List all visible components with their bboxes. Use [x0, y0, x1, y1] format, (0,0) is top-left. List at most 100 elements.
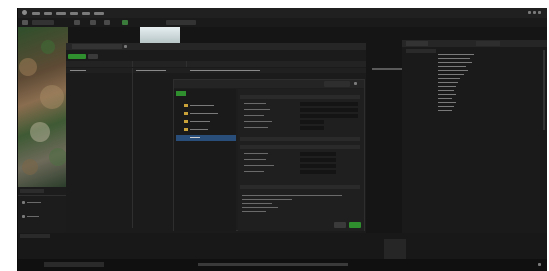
toolbar-icon[interactable]: [104, 20, 110, 25]
category-label: [190, 121, 210, 122]
setting-row: [244, 114, 360, 118]
description-line: [242, 211, 266, 212]
setting-label: [244, 159, 266, 160]
category-icon: [184, 128, 188, 131]
list-item[interactable]: [438, 106, 454, 107]
section-header[interactable]: [240, 145, 360, 149]
add-button[interactable]: [68, 54, 86, 59]
setting-value-field[interactable]: [300, 158, 336, 162]
panel-line: [27, 216, 39, 217]
menu-item-window[interactable]: [56, 12, 66, 15]
setting-row: [244, 158, 360, 162]
category-label: [190, 129, 208, 130]
outliner-panel: [402, 40, 547, 240]
screen-edge: [17, 8, 18, 271]
outliner-tab[interactable]: [406, 41, 428, 46]
category-item[interactable]: [176, 127, 234, 132]
dialog-title-bar: [174, 80, 364, 88]
menu-item-help[interactable]: [94, 12, 104, 15]
cancel-button[interactable]: [334, 222, 346, 228]
list-item[interactable]: [438, 90, 454, 91]
category-item[interactable]: [176, 119, 234, 124]
setting-row: [244, 170, 360, 174]
editor-tab[interactable]: [72, 44, 122, 49]
settings-dialog: [173, 79, 365, 231]
list-item[interactable]: [438, 70, 468, 71]
description-line: [242, 203, 272, 204]
list-item[interactable]: [438, 86, 456, 87]
close-icon[interactable]: [124, 45, 127, 48]
confirm-button[interactable]: [349, 222, 361, 228]
list-item[interactable]: [438, 66, 466, 67]
description-box: [240, 193, 360, 219]
setting-value-field[interactable]: [300, 126, 324, 130]
setting-value-field[interactable]: [300, 120, 324, 124]
setting-value-field[interactable]: [300, 170, 336, 174]
category-header[interactable]: [176, 91, 186, 96]
setting-value-field[interactable]: [300, 152, 336, 156]
setting-value-field[interactable]: [300, 108, 358, 112]
table-header: [66, 61, 366, 67]
content-tab[interactable]: [20, 234, 50, 238]
menu-item-file[interactable]: [32, 12, 40, 15]
dialog-header-button[interactable]: [324, 81, 350, 87]
setting-value-field[interactable]: [300, 114, 358, 118]
list-item[interactable]: [438, 54, 474, 55]
toolbar-icon[interactable]: [90, 20, 96, 25]
category-item-selected[interactable]: [176, 135, 236, 141]
panel-tab[interactable]: [20, 189, 44, 193]
minimize-icon[interactable]: [528, 11, 531, 14]
platform-select[interactable]: [166, 20, 196, 25]
table-row[interactable]: [66, 68, 366, 73]
gear-icon[interactable]: [538, 263, 541, 266]
close-icon[interactable]: [538, 11, 541, 14]
scroll-bar[interactable]: [198, 263, 348, 266]
description-line: [242, 207, 278, 208]
timeline-scrubber[interactable]: [44, 262, 104, 267]
save-icon[interactable]: [22, 20, 28, 25]
list-item[interactable]: [438, 74, 464, 75]
list-item[interactable]: [438, 82, 458, 83]
menu-item-edit[interactable]: [44, 12, 52, 15]
close-icon[interactable]: [354, 82, 357, 85]
setting-value-field[interactable]: [300, 102, 358, 106]
list-item[interactable]: [438, 110, 452, 111]
column-divider: [186, 61, 187, 67]
list-item[interactable]: [438, 98, 452, 99]
app-logo-icon[interactable]: [22, 10, 27, 15]
setting-row: [244, 164, 360, 168]
description-line: [242, 195, 342, 196]
outliner-header: [402, 40, 547, 47]
menu-item-build[interactable]: [82, 12, 90, 15]
details-tab[interactable]: [476, 41, 500, 46]
mode-select[interactable]: [32, 20, 54, 25]
toolbar-button[interactable]: [88, 54, 98, 59]
category-label: [190, 113, 218, 114]
list-item[interactable]: [438, 94, 456, 95]
asset-thumbnail[interactable]: [384, 239, 406, 259]
outliner-list: [438, 54, 478, 124]
play-icon[interactable]: [122, 20, 128, 25]
viewport[interactable]: [18, 27, 68, 187]
menu-item-tools[interactable]: [70, 12, 78, 15]
search-input[interactable]: [406, 49, 436, 53]
section-header[interactable]: [240, 185, 360, 189]
list-item[interactable]: [438, 58, 470, 59]
list-item[interactable]: [438, 78, 460, 79]
category-label: [190, 137, 200, 138]
setting-value-field[interactable]: [300, 164, 336, 168]
folder-icon[interactable]: [22, 201, 25, 204]
category-item[interactable]: [176, 103, 234, 108]
list-item[interactable]: [438, 62, 472, 63]
maximize-icon[interactable]: [533, 11, 536, 14]
folder-icon[interactable]: [22, 215, 25, 218]
section-header[interactable]: [240, 95, 360, 99]
section-header[interactable]: [240, 137, 360, 141]
toolbar-icon[interactable]: [74, 20, 80, 25]
list-item[interactable]: [438, 102, 456, 103]
category-item[interactable]: [176, 111, 234, 116]
setting-row: [244, 152, 360, 156]
outliner-scrollbar[interactable]: [543, 50, 545, 130]
cell-line: [136, 70, 166, 71]
setting-row: [244, 120, 360, 124]
